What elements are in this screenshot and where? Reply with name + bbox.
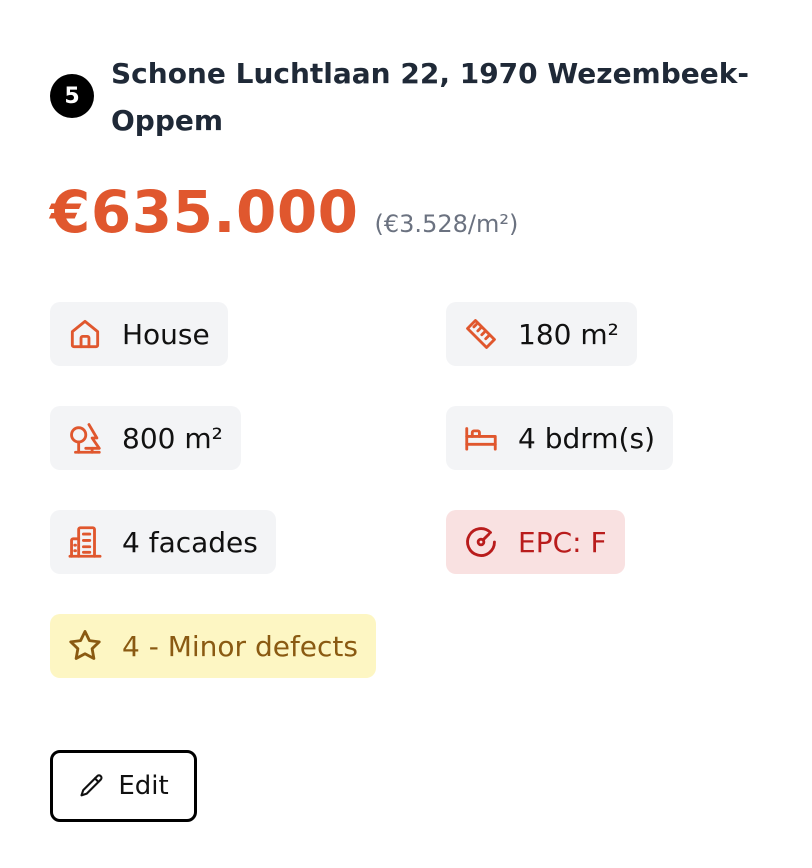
feature-plot-area: 800 m² bbox=[50, 406, 241, 470]
feature-facades: 4 facades bbox=[50, 510, 276, 574]
edit-button[interactable]: Edit bbox=[50, 750, 197, 822]
trees-icon bbox=[66, 419, 104, 457]
feature-type-label: House bbox=[122, 317, 210, 351]
edit-button-label: Edit bbox=[118, 771, 169, 801]
star-icon bbox=[66, 627, 104, 665]
feature-epc-label: EPC: F bbox=[518, 525, 607, 559]
building-icon bbox=[66, 523, 104, 561]
pencil-icon bbox=[80, 774, 103, 797]
gauge-icon bbox=[462, 523, 500, 561]
feature-facades-label: 4 facades bbox=[122, 525, 258, 559]
feature-bedrooms-label: 4 bdrm(s) bbox=[518, 421, 655, 455]
feature-plot-area-label: 800 m² bbox=[122, 421, 223, 455]
feature-condition: 4 - Minor defects bbox=[50, 614, 376, 678]
listing-address: Schone Luchtlaan 22, 1970 Wezembeek-Oppe… bbox=[111, 57, 749, 137]
feature-type: House bbox=[50, 302, 228, 366]
listing-price: €635.000 bbox=[50, 178, 359, 246]
feature-living-area: 180 m² bbox=[446, 302, 637, 366]
ruler-icon bbox=[462, 315, 500, 353]
price-row: €635.000 (€3.528/m²) bbox=[50, 178, 518, 246]
price-per-m2: (€3.528/m²) bbox=[374, 210, 519, 238]
house-icon bbox=[66, 315, 104, 353]
bed-icon bbox=[462, 419, 500, 457]
feature-living-area-label: 180 m² bbox=[518, 317, 619, 351]
rank-badge: 5 bbox=[50, 74, 94, 118]
feature-bedrooms: 4 bdrm(s) bbox=[446, 406, 673, 470]
feature-condition-label: 4 - Minor defects bbox=[122, 629, 358, 663]
feature-epc: EPC: F bbox=[446, 510, 625, 574]
